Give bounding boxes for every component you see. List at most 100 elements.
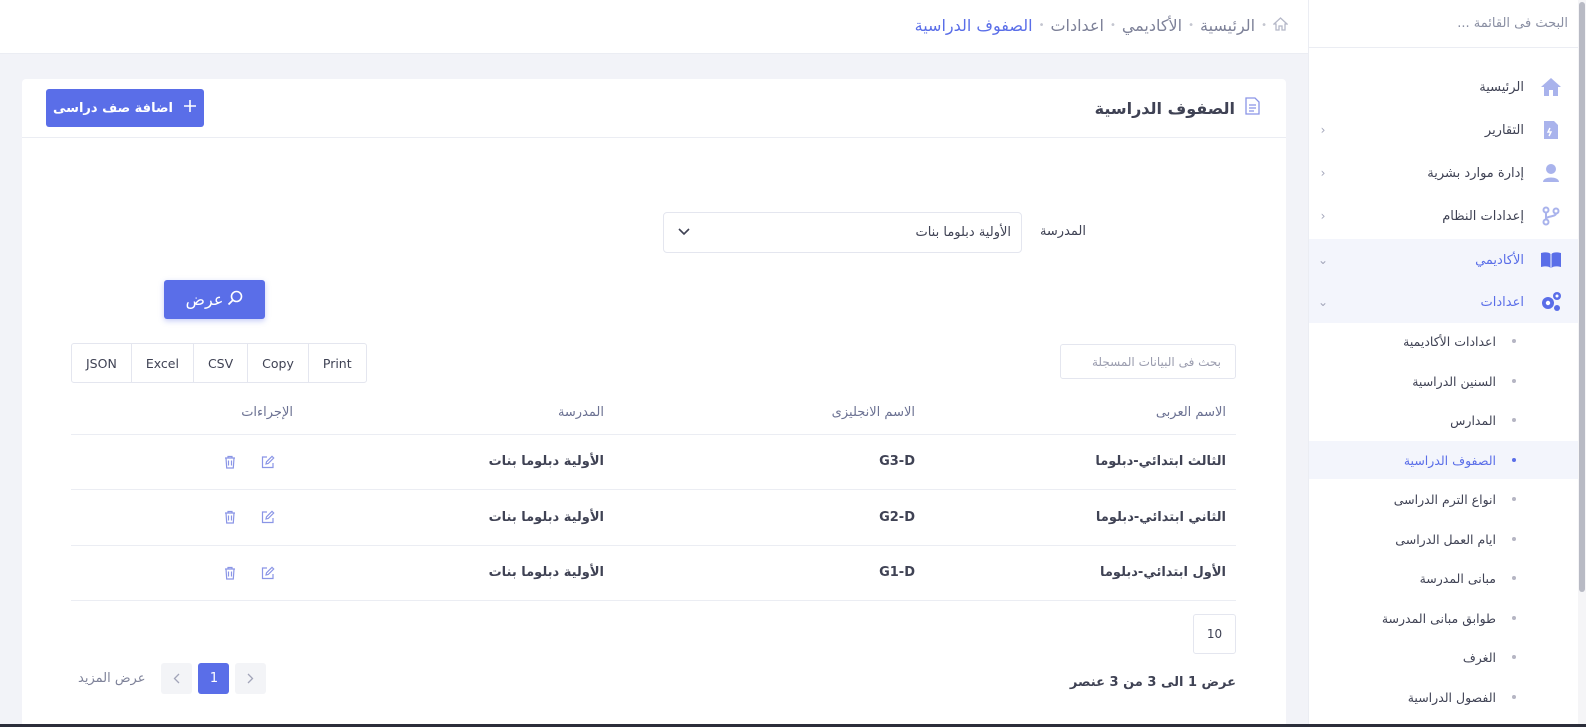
book-icon [1538,247,1564,273]
home-icon[interactable] [1272,16,1289,35]
cell-english-name: G1-D [614,545,925,601]
sidebar: البحث فى القائمة ... الرئيسية التقارير ‹… [1308,0,1586,727]
page-title: الصفوف الدراسية [1095,97,1260,119]
sidebar-sub-label: الفصول الدراسية [1407,689,1496,705]
sidebar-sub-classes[interactable]: الفصول الدراسية [1309,678,1578,716]
sidebar-item-system-settings[interactable]: إعدادات النظام ‹ [1309,195,1578,237]
cell-english-name: G2-D [614,489,925,546]
prev-page-button[interactable] [161,663,193,694]
sidebar-sub-label: اعدادات الأكاديمية [1403,333,1496,349]
edit-icon[interactable] [259,564,277,582]
sidebar-sub-schools[interactable]: المدارس [1309,401,1578,439]
grades-table: الاسم العربى الاسم الانجليزى المدرسة الإ… [71,391,1236,601]
user-icon [1538,160,1564,186]
sidebar-sub-academy-settings[interactable]: اعدادات الأكاديمية [1309,322,1578,360]
sidebar-sub-rooms[interactable]: الغرف [1309,638,1578,676]
home-icon [1538,74,1564,100]
view-button-label: عرض [185,290,224,309]
school-select-value: الأولية دبلوما بنات [915,225,1011,240]
sidebar-item-home[interactable]: الرئيسية [1309,66,1578,108]
next-page-button[interactable] [235,663,267,694]
column-header-actions: الإجراءات [71,391,303,435]
sidebar-sub-grades[interactable]: الصفوف الدراسية [1309,441,1578,479]
table-header-row: الاسم العربى الاسم الانجليزى المدرسة الإ… [71,391,1236,435]
sidebar-sub-label: مبانى المدرسة [1419,570,1496,586]
trash-icon[interactable] [221,564,239,582]
breadcrumb-current: الصفوف الدراسية [914,16,1033,35]
bullet-icon [1512,458,1516,462]
sidebar-sub-work-days[interactable]: ايام العمل الدراسى [1309,520,1578,558]
sidebar-item-academic[interactable]: الأكاديمي ⌄ [1309,239,1578,281]
bullet-icon [1512,576,1516,580]
table-search-placeholder: بحث فى البيانات المسجلة [1091,354,1221,369]
cell-actions [71,545,303,601]
bullet-icon [1512,655,1516,659]
sidebar-item-reports[interactable]: التقارير ‹ [1309,109,1578,151]
top-header: • الرئيسية • الأكاديمي • اعدادات • الصفو… [0,0,1308,54]
chevron-left-icon: ‹ [1320,166,1326,180]
sidebar-item-label: التقارير [1484,122,1524,138]
sidebar-item-settings[interactable]: اعدادات ⌄ [1309,281,1578,323]
sidebar-item-label: الأكاديمي [1475,252,1524,268]
sidebar-sub-label: المدارس [1450,412,1496,428]
sidebar-scrollbar-thumb[interactable] [1579,2,1585,592]
sidebar-item-label: إدارة موارد بشرية [1427,165,1524,181]
bullet-icon [1512,616,1516,620]
sidebar-sub-buildings[interactable]: مبانى المدرسة [1309,559,1578,597]
sidebar-item-label: إعدادات النظام [1442,208,1524,224]
breadcrumb-item-settings[interactable]: اعدادات [1050,16,1103,35]
column-header-english-name[interactable]: الاسم الانجليزى [614,391,925,435]
sidebar-sub-label: السنين الدراسية [1412,373,1496,389]
view-button[interactable]: عرض [164,280,265,319]
trash-icon[interactable] [221,508,239,526]
pagination: عرض المزيد 1 [78,663,267,694]
branch-icon [1538,203,1564,229]
breadcrumb-item-home[interactable]: الرئيسية [1200,16,1255,35]
table-row: الثاني ابتدائي-دبلوما G2-D الأولية دبلوم… [71,489,1236,546]
column-header-school[interactable]: المدرسة [303,391,614,435]
report-icon [1538,117,1564,143]
school-filter-label: المدرسة [1039,224,1086,239]
sidebar-item-label: اعدادات [1480,294,1524,310]
cell-school: الأولية دبلوما بنات [303,489,614,546]
sidebar-search-input[interactable]: البحث فى القائمة ... [1309,0,1586,48]
export-json-button[interactable]: JSON [72,344,132,382]
cell-actions [71,434,303,490]
column-header-arabic-name[interactable]: الاسم العربى [925,391,1236,435]
edit-icon[interactable] [259,453,277,471]
bullet-icon [1512,695,1516,699]
edit-icon[interactable] [259,508,277,526]
breadcrumb: • الرئيسية • الأكاديمي • اعدادات • الصفو… [914,16,1289,35]
copy-button[interactable]: Copy [248,344,309,382]
sidebar-sub-term-types[interactable]: انواع الترم الدراسى [1309,480,1578,518]
sidebar-scrollbar[interactable] [1578,0,1586,727]
sidebar-sub-academic-years[interactable]: السنين الدراسية [1309,362,1578,400]
add-grade-button[interactable]: اضافة صف دراسى [46,89,204,127]
sidebar-sub-label: طوابق مبانى المدرسة [1381,610,1496,626]
show-more-link[interactable]: عرض المزيد [78,671,145,686]
cell-arabic-name: الثالث ابتدائي-دبلوما [925,434,1236,490]
bullet-icon [1512,418,1516,422]
export-excel-button[interactable]: Excel [132,344,194,382]
sidebar-search-placeholder: البحث فى القائمة ... [1457,16,1568,31]
sidebar-item-label: الرئيسية [1479,79,1524,95]
page-button-current[interactable]: 1 [198,663,230,694]
cell-school: الأولية دبلوما بنات [303,545,614,601]
plus-icon [183,99,197,117]
school-select[interactable]: الأولية دبلوما بنات [663,212,1022,253]
chevron-down-icon: ⌄ [1317,295,1329,309]
breadcrumb-item-academic[interactable]: الأكاديمي [1122,16,1182,35]
table-row: الأول ابتدائي-دبلوما G1-D الأولية دبلوما… [71,545,1236,601]
cell-english-name: G3-D [614,434,925,490]
table-search-input[interactable]: بحث فى البيانات المسجلة [1060,344,1236,379]
export-csv-button[interactable]: CSV [194,344,249,382]
trash-icon[interactable] [221,453,239,471]
page-size-select[interactable]: 10 [1193,614,1236,654]
sidebar-sub-floors[interactable]: طوابق مبانى المدرسة [1309,599,1578,637]
sidebar-item-hr[interactable]: إدارة موارد بشرية ‹ [1309,152,1578,194]
bullet-icon [1512,537,1516,541]
cell-arabic-name: الثاني ابتدائي-دبلوما [925,489,1236,546]
print-button[interactable]: Print [309,344,366,382]
document-icon [1245,97,1260,119]
chevron-down-icon: ⌄ [1317,253,1329,267]
